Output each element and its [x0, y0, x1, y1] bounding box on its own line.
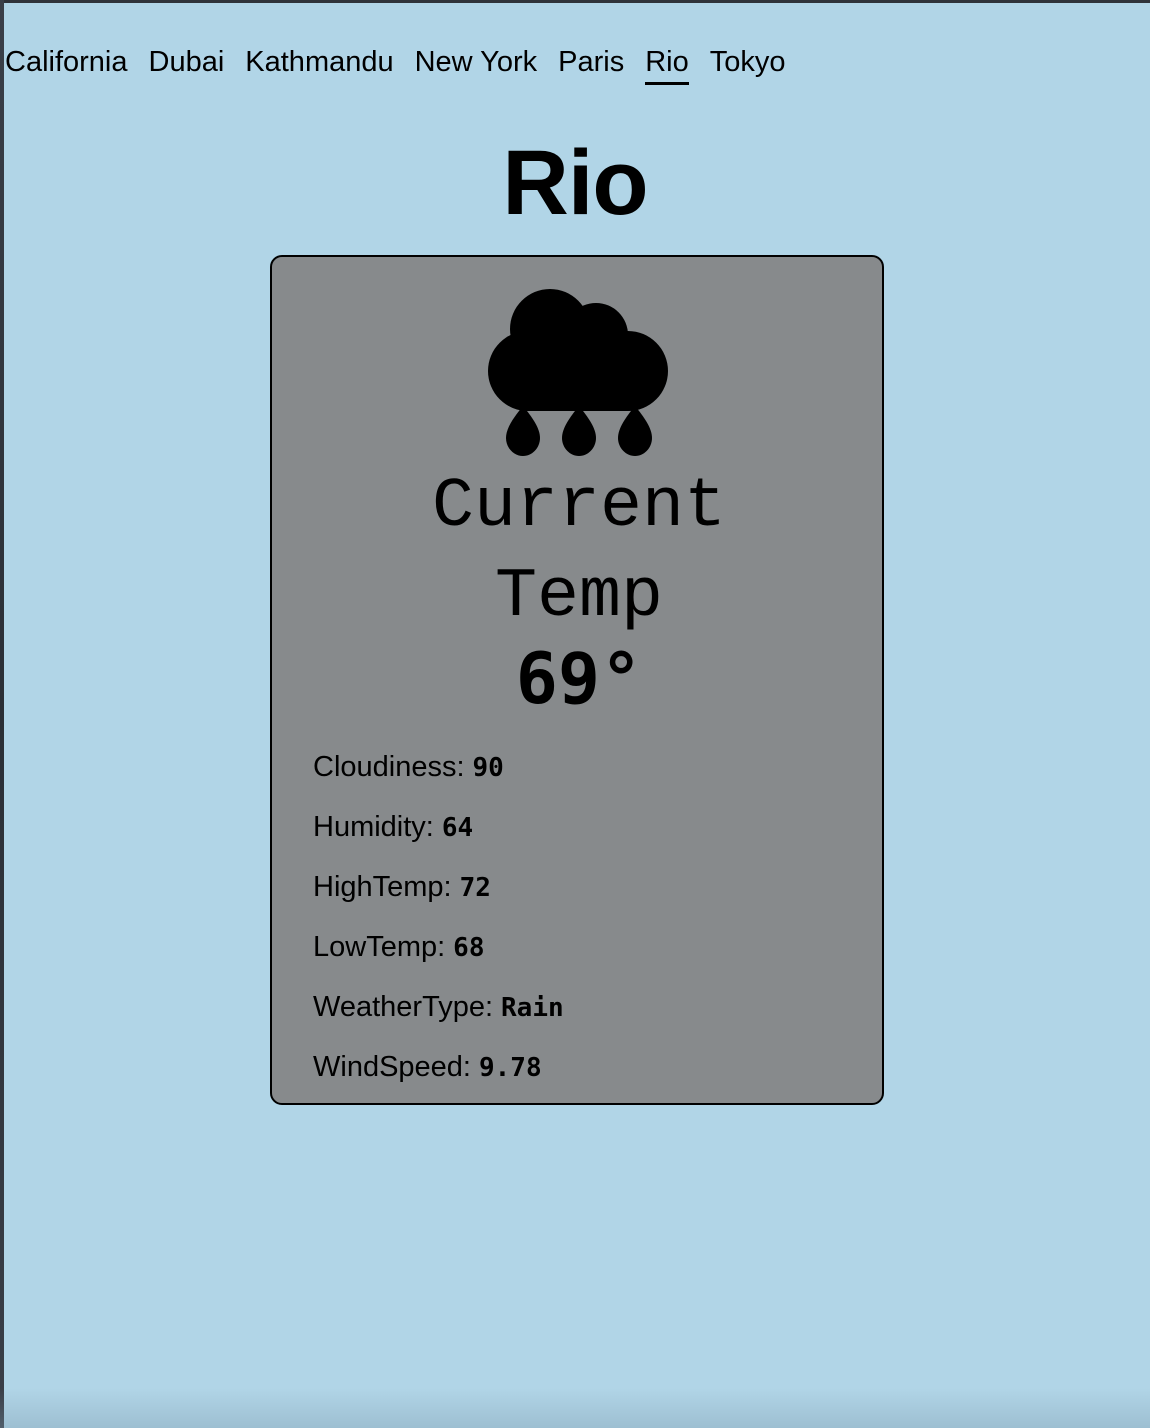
stat-cloudiness: Cloudiness: 90: [313, 747, 564, 807]
stat-label: WindSpeed:: [313, 1051, 471, 1083]
window-top-edge: [0, 0, 1150, 3]
stat-high-temp: HighTemp: 72: [313, 867, 564, 927]
stat-label: Cloudiness:: [313, 751, 465, 783]
nav-link-california[interactable]: California: [5, 44, 128, 85]
nav-link-kathmandu[interactable]: Kathmandu: [245, 44, 393, 85]
stat-value: 68: [453, 933, 485, 963]
city-nav: California Dubai Kathmandu New York Pari…: [5, 44, 806, 85]
stat-value: Rain: [501, 993, 564, 1023]
nav-link-rio[interactable]: Rio: [645, 44, 689, 85]
nav-link-paris[interactable]: Paris: [558, 44, 624, 85]
stat-label: Humidity:: [313, 811, 434, 843]
weather-card: Current Temp 69° Cloudiness: 90 Humidity:…: [270, 255, 884, 1105]
stat-low-temp: LowTemp: 68: [313, 927, 564, 987]
nav-link-dubai[interactable]: Dubai: [149, 44, 225, 85]
stat-wind-speed: WindSpeed: 9.78: [313, 1047, 564, 1107]
stat-value: 72: [459, 873, 491, 903]
stat-label: LowTemp:: [313, 931, 446, 963]
stat-value: 90: [472, 753, 504, 783]
bottom-shadow: [0, 1388, 1150, 1428]
page-title: Rio: [502, 132, 648, 234]
stat-label: WeatherType:: [313, 991, 494, 1023]
weather-stats-list: Cloudiness: 90 Humidity: 64 HighTemp: 72 Lo…: [313, 747, 564, 1107]
stat-humidity: Humidity: 64: [313, 807, 564, 867]
stat-weather-type: WeatherType: Rain: [313, 987, 564, 1047]
rain-cloud-icon: [488, 289, 668, 456]
temperature-value: 69°: [515, 638, 643, 720]
nav-link-new-york[interactable]: New York: [415, 44, 538, 85]
stat-value: 64: [441, 813, 474, 843]
nav-link-tokyo[interactable]: Tokyo: [710, 44, 786, 85]
stat-label: HighTemp:: [313, 871, 452, 903]
stat-value: 9.78: [479, 1053, 542, 1083]
current-temp-label: Current Temp: [431, 468, 727, 637]
